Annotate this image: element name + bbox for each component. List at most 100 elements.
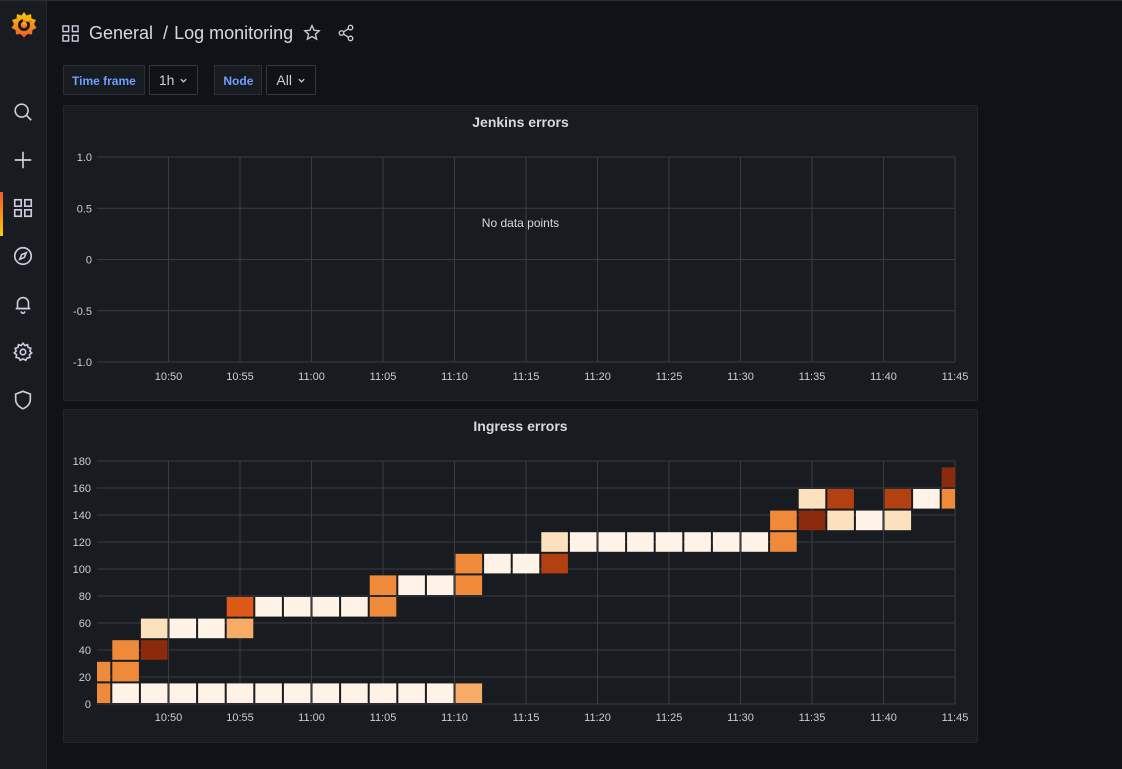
heatmap-cell bbox=[512, 553, 540, 574]
dashboard-header: General / Log monitoring bbox=[62, 20, 355, 46]
x-tick-label: 11:00 bbox=[298, 712, 325, 724]
heatmap-cell bbox=[398, 575, 425, 595]
heatmap-cell bbox=[827, 510, 854, 531]
y-tick-label: 80 bbox=[79, 591, 91, 603]
chevron-down-icon bbox=[179, 76, 188, 85]
y-tick-label: -1.0 bbox=[73, 357, 92, 369]
no-data-message: No data points bbox=[481, 216, 560, 230]
x-tick-label: 11:35 bbox=[799, 371, 826, 383]
sidebar bbox=[0, 1, 47, 769]
heatmap-cell bbox=[941, 489, 955, 509]
x-tick-label: 11:40 bbox=[870, 371, 897, 383]
x-tick-label: 11:15 bbox=[513, 712, 540, 724]
heatmap-cell bbox=[312, 597, 340, 617]
variable-select-node[interactable]: All bbox=[266, 65, 316, 95]
search-icon[interactable] bbox=[0, 92, 46, 132]
heatmap-cell bbox=[455, 575, 483, 595]
x-tick-label: 11:25 bbox=[656, 712, 683, 724]
x-tick-label: 10:55 bbox=[226, 712, 254, 724]
variables-bar: Time frame 1h Node All bbox=[63, 65, 316, 95]
heatmap-cell bbox=[484, 553, 511, 574]
panel-ingress-errors[interactable]: Ingress errors 0 20 40 60 80 100 120 140 160 180 1… bbox=[63, 409, 978, 743]
x-tick-label: 10:50 bbox=[155, 712, 183, 724]
heatmap-cell bbox=[255, 597, 282, 617]
heatmap-cell bbox=[341, 683, 368, 703]
heatmap-cell bbox=[198, 683, 225, 703]
dashboards-grid-icon bbox=[62, 24, 79, 42]
heatmap-cell bbox=[798, 489, 826, 509]
page-title[interactable]: Log monitoring bbox=[174, 23, 293, 44]
heatmap-cell bbox=[226, 597, 254, 617]
chevron-down-icon bbox=[297, 76, 306, 85]
heatmap-cell bbox=[226, 618, 254, 639]
heatmap-cell bbox=[855, 510, 883, 531]
star-icon[interactable] bbox=[303, 24, 321, 42]
plus-icon[interactable] bbox=[0, 140, 46, 180]
heatmap-cell bbox=[97, 683, 111, 703]
share-icon[interactable] bbox=[337, 24, 355, 42]
x-tick-label: 11:05 bbox=[370, 371, 397, 383]
heatmap-cell bbox=[255, 683, 282, 703]
y-tick-label: 180 bbox=[73, 456, 91, 468]
heatmap-cell bbox=[112, 661, 139, 682]
x-tick-label: 11:20 bbox=[584, 371, 611, 383]
variable-label-node: Node bbox=[214, 65, 263, 95]
heatmap-cell bbox=[569, 532, 597, 552]
y-tick-label: 0 bbox=[85, 699, 91, 711]
top-border bbox=[0, 0, 1122, 1]
variable-value-node: All bbox=[276, 72, 292, 88]
heatmap-cell bbox=[455, 553, 483, 574]
settings-icon[interactable] bbox=[0, 332, 46, 372]
x-tick-label: 11:25 bbox=[656, 371, 683, 383]
breadcrumb-separator: / bbox=[163, 22, 169, 43]
heatmap-cell bbox=[198, 618, 225, 639]
heatmap-cell bbox=[941, 467, 955, 487]
heatmap-cell bbox=[97, 661, 111, 682]
heatmap-cell bbox=[169, 683, 197, 703]
heatmap-cell bbox=[426, 575, 454, 595]
heatmap-cell bbox=[827, 489, 854, 509]
y-tick-label: 100 bbox=[73, 564, 91, 576]
grafana-logo-icon[interactable] bbox=[8, 9, 40, 41]
heatmap-cell bbox=[283, 597, 311, 617]
y-tick-label: -0.5 bbox=[73, 306, 92, 318]
x-tick-label: 11:30 bbox=[727, 712, 754, 724]
heatmap-cell bbox=[541, 532, 568, 552]
heatmap-cell bbox=[541, 553, 568, 574]
heatmap-cell bbox=[169, 618, 197, 639]
x-tick-label: 11:45 bbox=[942, 371, 969, 383]
variable-select-time-frame[interactable]: 1h bbox=[148, 65, 199, 95]
x-tick-label: 11:15 bbox=[513, 371, 540, 383]
panel-jenkins-errors[interactable]: Jenkins errors 1.0 0.5 0 -0.5 -1.0 10:50 10:55… bbox=[63, 105, 978, 401]
heatmap-cell bbox=[398, 683, 425, 703]
y-tick-label: 120 bbox=[73, 537, 91, 549]
x-tick-label: 11:40 bbox=[870, 712, 897, 724]
heatmap-cell bbox=[312, 683, 340, 703]
x-tick-label: 11:35 bbox=[799, 712, 826, 724]
x-tick-label: 11:10 bbox=[441, 371, 468, 383]
y-tick-label: 0.5 bbox=[77, 203, 92, 215]
shield-icon[interactable] bbox=[0, 380, 46, 420]
y-tick-label: 140 bbox=[73, 510, 91, 522]
breadcrumb-folder[interactable]: General bbox=[89, 23, 153, 44]
x-tick-label: 11:45 bbox=[942, 712, 969, 724]
heatmap-cell bbox=[140, 618, 168, 639]
heatmap-cell bbox=[770, 532, 797, 552]
heatmap-cell bbox=[455, 683, 483, 703]
heatmap-cell bbox=[684, 532, 711, 552]
heatmap-cell bbox=[140, 640, 168, 660]
heatmap-cell bbox=[112, 640, 139, 660]
heatmap-cell bbox=[112, 683, 139, 703]
y-tick-label: 60 bbox=[79, 618, 91, 630]
x-tick-label: 10:50 bbox=[155, 371, 183, 383]
variable-value-time-frame: 1h bbox=[158, 72, 175, 88]
heatmap-cell bbox=[655, 532, 683, 552]
heatmap-cell bbox=[627, 532, 654, 552]
explore-icon[interactable] bbox=[0, 236, 46, 276]
heatmap-cell bbox=[426, 683, 454, 703]
heatmap-cell bbox=[369, 575, 397, 595]
x-tick-label: 11:05 bbox=[370, 712, 397, 724]
variable-label-time-frame: Time frame bbox=[63, 65, 145, 95]
alerting-icon[interactable] bbox=[0, 284, 46, 324]
dashboards-icon[interactable] bbox=[0, 188, 46, 236]
